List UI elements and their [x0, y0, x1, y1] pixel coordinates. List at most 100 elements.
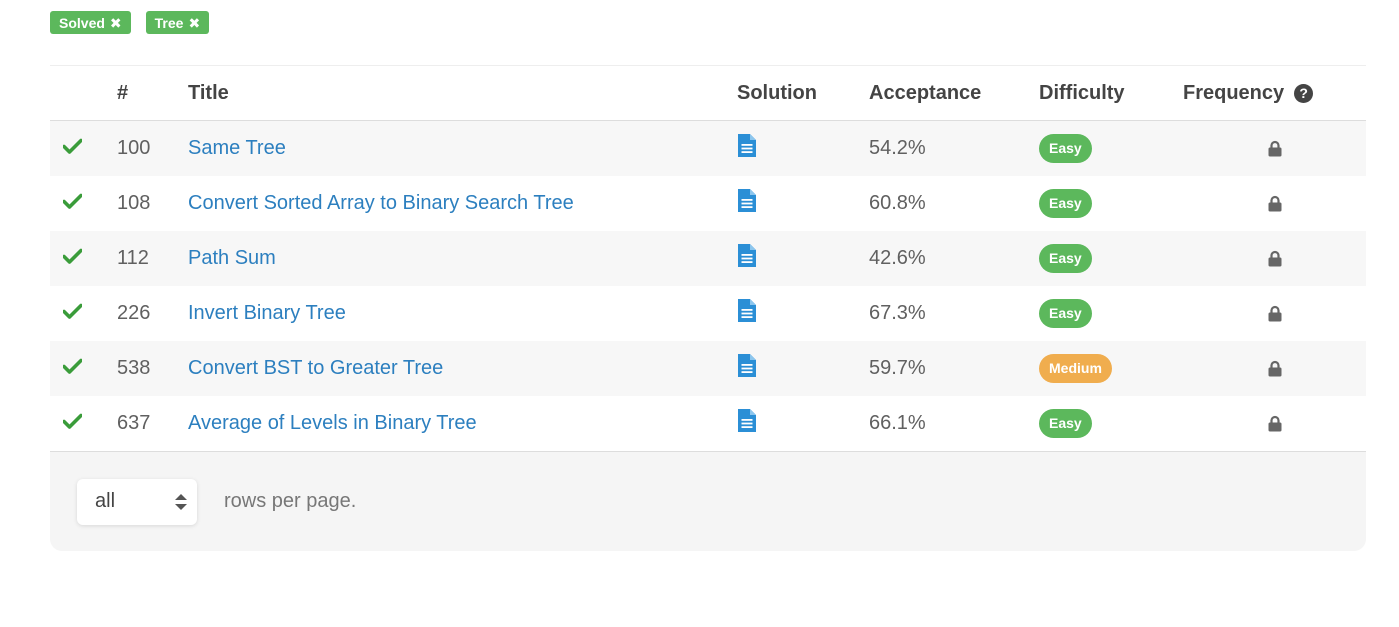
- check-icon: [62, 302, 83, 325]
- problem-title-cell: Average of Levels in Binary Tree: [188, 412, 737, 435]
- header-number[interactable]: #: [117, 82, 188, 105]
- problem-title-cell: Same Tree: [188, 137, 737, 160]
- document-icon[interactable]: [737, 353, 757, 378]
- pagination-footer: all rows per page.: [50, 451, 1366, 551]
- difficulty-badge: Medium: [1039, 354, 1112, 383]
- header-acceptance[interactable]: Acceptance: [869, 82, 1039, 105]
- problem-title-link[interactable]: Path Sum: [188, 247, 276, 269]
- lock-icon: [1268, 415, 1282, 432]
- acceptance-rate: 60.8%: [869, 192, 926, 214]
- document-icon[interactable]: [737, 408, 757, 433]
- problem-title-link[interactable]: Average of Levels in Binary Tree: [188, 412, 477, 434]
- acceptance-rate: 54.2%: [869, 137, 926, 159]
- solved-status: [50, 302, 117, 325]
- problems-table: # Title Solution Acceptance Difficulty F…: [50, 65, 1366, 551]
- lock-icon: [1268, 195, 1282, 212]
- header-frequency-label: Frequency: [1183, 81, 1285, 104]
- problem-number: 637: [117, 412, 151, 434]
- check-icon: [62, 247, 83, 270]
- difficulty-cell: Easy: [1039, 134, 1183, 163]
- difficulty-badge: Easy: [1039, 409, 1092, 438]
- header-title[interactable]: Title: [188, 82, 737, 105]
- lock-icon: [1268, 305, 1282, 322]
- problem-number: 112: [117, 247, 149, 269]
- solved-status: [50, 412, 117, 435]
- help-icon[interactable]: ?: [1294, 83, 1314, 103]
- problem-title-cell: Path Sum: [188, 247, 737, 270]
- difficulty-cell: Medium: [1039, 354, 1183, 383]
- table-row: 108 Convert Sorted Array to Binary Search…: [50, 176, 1366, 231]
- solution-cell: [737, 188, 869, 219]
- document-icon[interactable]: [737, 188, 757, 213]
- header-difficulty[interactable]: Difficulty: [1039, 82, 1183, 105]
- table-body: 100 Same Tree 54.2% Easy 108 Convert Sorted A…: [50, 121, 1366, 451]
- problem-number: 108: [117, 192, 151, 214]
- table-header-row: # Title Solution Acceptance Difficulty F…: [50, 66, 1366, 121]
- filter-tag-label: Solved: [59, 14, 105, 31]
- table-row: 637 Average of Levels in Binary Tree 66.1%…: [50, 396, 1366, 451]
- active-filters: Solved ✖ Tree ✖: [50, 11, 210, 34]
- table-row: 100 Same Tree 54.2% Easy: [50, 121, 1366, 176]
- frequency-cell: [1183, 140, 1366, 157]
- document-icon[interactable]: [737, 243, 757, 268]
- solved-status: [50, 247, 117, 270]
- header-frequency[interactable]: Frequency ?: [1183, 82, 1366, 105]
- filter-tag-label: Tree: [154, 14, 184, 31]
- frequency-cell: [1183, 360, 1366, 377]
- acceptance-rate: 66.1%: [869, 412, 926, 434]
- rows-per-page-label: rows per page.: [224, 490, 357, 512]
- lock-icon: [1268, 140, 1282, 157]
- check-icon: [62, 137, 83, 160]
- check-icon: [62, 412, 83, 435]
- filter-tag-solved[interactable]: Solved ✖: [50, 11, 131, 34]
- solution-cell: [737, 353, 869, 384]
- select-arrows-icon: [175, 493, 187, 510]
- document-icon[interactable]: [737, 298, 757, 323]
- difficulty-cell: Easy: [1039, 409, 1183, 438]
- solved-status: [50, 357, 117, 380]
- frequency-cell: [1183, 250, 1366, 267]
- problem-title-cell: Invert Binary Tree: [188, 302, 737, 325]
- solution-cell: [737, 133, 869, 164]
- filter-tag-tree[interactable]: Tree ✖: [145, 11, 210, 34]
- acceptance-rate: 42.6%: [869, 247, 926, 269]
- difficulty-cell: Easy: [1039, 244, 1183, 273]
- problem-title-cell: Convert Sorted Array to Binary Search Tr…: [188, 192, 737, 215]
- check-icon: [62, 357, 83, 380]
- document-icon[interactable]: [737, 133, 757, 158]
- frequency-cell: [1183, 415, 1366, 432]
- difficulty-badge: Easy: [1039, 299, 1092, 328]
- table-row: 226 Invert Binary Tree 67.3% Easy: [50, 286, 1366, 341]
- difficulty-cell: Easy: [1039, 189, 1183, 218]
- solution-cell: [737, 243, 869, 274]
- problem-number: 226: [117, 302, 151, 324]
- table-row: 538 Convert BST to Greater Tree 59.7% Mediu…: [50, 341, 1366, 396]
- problem-number: 100: [117, 137, 151, 159]
- difficulty-cell: Easy: [1039, 299, 1183, 328]
- solution-cell: [737, 298, 869, 329]
- problem-title-cell: Convert BST to Greater Tree: [188, 357, 737, 380]
- problem-title-link[interactable]: Convert Sorted Array to Binary Search Tr…: [188, 192, 574, 214]
- rows-per-page-value: all: [95, 490, 116, 512]
- header-solution[interactable]: Solution: [737, 82, 869, 105]
- difficulty-badge: Easy: [1039, 134, 1092, 163]
- acceptance-rate: 67.3%: [869, 302, 926, 324]
- lock-icon: [1268, 250, 1282, 267]
- difficulty-badge: Easy: [1039, 189, 1092, 218]
- difficulty-badge: Easy: [1039, 244, 1092, 273]
- check-icon: [62, 192, 83, 215]
- rows-per-page-select[interactable]: all: [77, 478, 197, 525]
- table-row: 112 Path Sum 42.6% Easy: [50, 231, 1366, 286]
- remove-filter-icon[interactable]: ✖: [110, 16, 122, 30]
- acceptance-rate: 59.7%: [869, 357, 926, 379]
- solution-cell: [737, 408, 869, 439]
- problem-number: 538: [117, 357, 151, 379]
- problem-title-link[interactable]: Invert Binary Tree: [188, 302, 346, 324]
- problem-title-link[interactable]: Same Tree: [188, 137, 286, 159]
- frequency-cell: [1183, 305, 1366, 322]
- remove-filter-icon[interactable]: ✖: [188, 16, 200, 30]
- problem-title-link[interactable]: Convert BST to Greater Tree: [188, 357, 443, 379]
- solved-status: [50, 192, 117, 215]
- lock-icon: [1268, 360, 1282, 377]
- frequency-cell: [1183, 195, 1366, 212]
